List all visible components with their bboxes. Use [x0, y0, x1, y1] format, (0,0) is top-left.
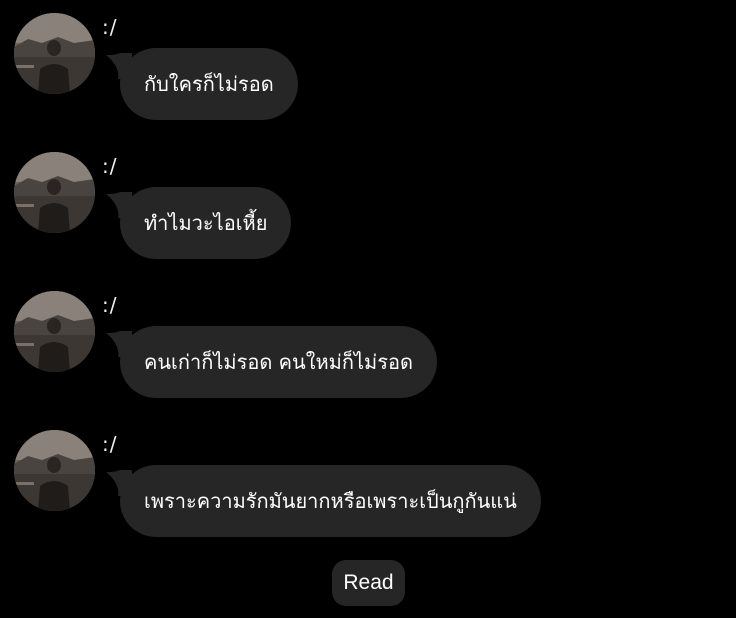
sender-name: :/ [102, 293, 118, 317]
read-receipt: Read [332, 560, 405, 606]
avatar[interactable] [14, 13, 95, 94]
avatar[interactable] [14, 430, 95, 511]
chat-screen: :/ กับใครก็ไม่รอด :/ ทำไมวะไอเหี้ย:/ คน… [0, 0, 736, 618]
message-row: :/ คนเก่าก็ไม่รอด คนใหม่ก็ไม่รอด [0, 291, 736, 421]
avatar[interactable] [14, 152, 95, 233]
sender-name: :/ [102, 432, 118, 456]
message-row: :/ กับใครก็ไม่รอด [0, 13, 736, 143]
message-bubble[interactable]: เพราะความรักมันยากหรือเพราะเป็นกูกันแน่ [120, 465, 541, 537]
message-bubble[interactable]: คนเก่าก็ไม่รอด คนใหม่ก็ไม่รอด [120, 326, 437, 398]
sender-name: :/ [102, 15, 118, 39]
message-row: :/ เพราะความรักมันยากหรือเพราะเป็นกูกันแ… [0, 430, 736, 560]
sender-name: :/ [102, 154, 118, 178]
message-bubble[interactable]: กับใครก็ไม่รอด [120, 48, 298, 120]
avatar[interactable] [14, 291, 95, 372]
message-row: :/ ทำไมวะไอเหี้ย [0, 152, 736, 282]
message-bubble[interactable]: ทำไมวะไอเหี้ย [120, 187, 292, 259]
